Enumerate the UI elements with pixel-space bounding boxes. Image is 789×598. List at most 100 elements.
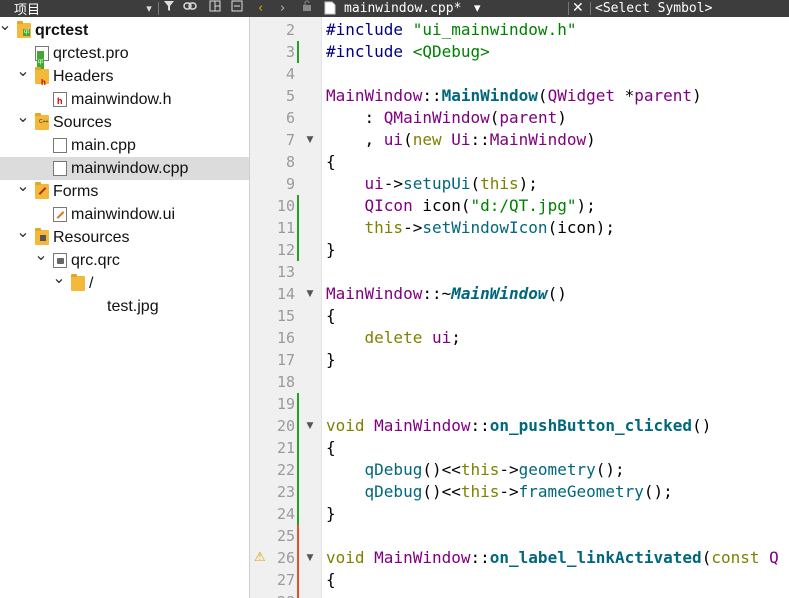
code-line[interactable]: {	[326, 305, 336, 327]
fold-arrow-icon[interactable]: ▼	[304, 415, 316, 437]
code-token: }	[326, 504, 336, 523]
tree-item-label: Forms	[53, 183, 99, 200]
changed-line-marker	[297, 415, 299, 437]
code-token: ,	[326, 130, 384, 149]
fold-arrow-icon[interactable]: ▼	[304, 129, 316, 151]
tree-item[interactable]: ⌄ Resources	[0, 225, 249, 249]
unsaved-line-marker	[297, 591, 299, 598]
fold-arrow-icon[interactable]: ▼	[304, 283, 316, 305]
code-token: MainWindow	[374, 548, 471, 567]
tree-item[interactable]: mainwindow.cpp	[0, 157, 249, 180]
line-number: 7	[285, 131, 295, 149]
unsaved-line-marker	[297, 569, 299, 591]
tree-item[interactable]: ⌄ /	[0, 271, 249, 295]
expand-arrow-icon[interactable]: ⌄	[0, 18, 12, 42]
code-line[interactable]: }	[326, 349, 336, 371]
code-token: ->	[403, 218, 423, 237]
code-token: icon(	[412, 196, 471, 215]
line-number: 9	[285, 175, 295, 193]
code-line[interactable]: #include <QDebug>	[326, 41, 490, 63]
code-line[interactable]: }	[326, 503, 336, 525]
code-token: qDebug	[364, 460, 423, 479]
code-line[interactable]: this->setWindowIcon(icon);	[326, 217, 615, 239]
tree-item[interactable]: ⌄ Forms	[0, 179, 249, 203]
tree-item[interactable]: ⌄ qrctest	[0, 18, 249, 42]
back-arrow-icon[interactable]: ‹	[258, 0, 263, 17]
code-token: ::	[470, 130, 490, 149]
open-file-name[interactable]: mainwindow.cpp*	[344, 0, 461, 17]
code-token: {	[326, 152, 336, 171]
line-number: 23	[276, 483, 295, 501]
tree-item-label: mainwindow.cpp	[71, 160, 189, 177]
tree-item[interactable]: ⌄ Sources	[0, 110, 249, 134]
code-token: this	[460, 460, 500, 479]
code-token: ->	[499, 482, 519, 501]
tree-item-label: qrctest.pro	[53, 45, 129, 62]
code-token: ui	[383, 130, 404, 149]
code-line[interactable]: void MainWindow::on_label_linkActivated(…	[326, 547, 779, 569]
code-line[interactable]: MainWindow::MainWindow(QWidget *parent)	[326, 85, 702, 107]
tree-item[interactable]: mainwindow.ui	[0, 203, 249, 226]
code-line[interactable]: {	[326, 151, 336, 173]
changed-line-marker	[297, 481, 299, 503]
code-line[interactable]: : QMainWindow(parent)	[326, 107, 567, 129]
split-icon[interactable]	[208, 0, 222, 17]
tree-item-label: main.cpp	[71, 137, 136, 154]
expand-arrow-icon[interactable]: ⌄	[52, 271, 66, 295]
dropdown-arrow-icon[interactable]: ▾	[143, 0, 155, 17]
code-token: {	[326, 438, 336, 457]
code-line[interactable]: {	[326, 569, 336, 591]
changed-line-marker	[297, 503, 299, 525]
code-token: );	[518, 174, 538, 193]
expand-arrow-icon[interactable]: ⌄	[16, 110, 30, 134]
code-line[interactable]: QIcon icon("d:/QT.jpg");	[326, 195, 596, 217]
tree-item[interactable]: main.cpp	[0, 134, 249, 157]
code-line[interactable]: #include "ui_mainwindow.h"	[326, 19, 576, 41]
warning-icon[interactable]: ⚠	[254, 547, 268, 569]
code-line[interactable]: }	[326, 239, 336, 261]
code-token: QMainWindow	[383, 108, 490, 127]
symbol-selector[interactable]: <Select Symbol>	[595, 0, 712, 17]
code-line[interactable]: {	[326, 437, 336, 459]
tree-item[interactable]: mainwindow.h	[0, 88, 249, 113]
tree-item[interactable]: ⌄ Headers	[0, 64, 249, 95]
folder-icon	[71, 274, 85, 291]
project-tree[interactable]: ⌄qrctestqrctest.pro⌄Headersmainwindow.h⌄…	[0, 17, 250, 598]
code-line[interactable]: delete ui;	[326, 327, 461, 349]
code-line[interactable]: void MainWindow::on_pushButton_clicked()	[326, 415, 711, 437]
code-editor[interactable]: #include "ui_mainwindow.h" #include <QDeb…	[322, 17, 789, 598]
code-token: ::	[470, 416, 490, 435]
code-token: ui	[431, 328, 452, 347]
close-file-icon[interactable]: ✕	[572, 0, 584, 17]
expand-arrow-icon[interactable]: ⌄	[16, 64, 30, 88]
line-number: 12	[276, 241, 295, 259]
tree-item[interactable]: test.jpg	[0, 295, 249, 318]
cpp-file-icon	[53, 138, 67, 153]
close-pane-icon[interactable]	[230, 0, 244, 17]
code-token: )	[586, 130, 596, 149]
forward-arrow-icon[interactable]: ›	[280, 0, 285, 17]
tree-item-label: Sources	[53, 114, 112, 131]
tree-item[interactable]: qrctest.pro	[0, 42, 249, 74]
code-line[interactable]: ui->setupUi(this);	[326, 173, 538, 195]
fold-arrow-icon[interactable]: ▼	[304, 547, 316, 569]
expand-arrow-icon[interactable]: ⌄	[16, 179, 30, 203]
forms-folder-icon	[35, 182, 49, 199]
code-token: MainWindow	[489, 130, 587, 149]
expand-arrow-icon[interactable]: ⌄	[34, 248, 48, 272]
file-dropdown-icon[interactable]: ▾	[474, 0, 481, 17]
tree-item[interactable]: ⌄ qrc.qrc	[0, 248, 249, 272]
code-line[interactable]: , ui(new Ui::MainWindow)	[326, 129, 596, 151]
code-token: ()	[692, 416, 712, 435]
filter-icon[interactable]	[162, 0, 176, 17]
link-icon[interactable]	[182, 0, 198, 17]
code-token: ();	[595, 460, 625, 479]
code-line[interactable]: qDebug()<<this->geometry();	[326, 459, 625, 481]
code-token: #include	[326, 20, 413, 39]
expand-arrow-icon[interactable]: ⌄	[16, 225, 30, 249]
code-token: ()<<	[422, 460, 461, 479]
code-line[interactable]: qDebug()<<this->frameGeometry();	[326, 481, 673, 503]
code-line[interactable]: MainWindow::~MainWindow()	[326, 283, 567, 305]
